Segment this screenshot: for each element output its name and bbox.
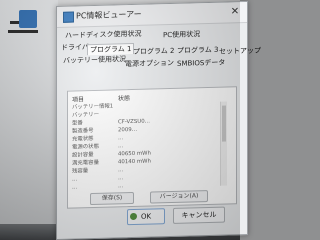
column-header-item: 項目 xyxy=(72,96,85,104)
ok-check-icon xyxy=(130,212,137,221)
battery-info-list[interactable]: バッテリー情報1 バッテリー 型番 CF-VZSU0… 製造番号 2009… 充電状… xyxy=(72,100,222,198)
tab-power-options[interactable]: 電源オプション xyxy=(123,58,176,69)
tab-strip: ハードディスク使用状況 PC使用状況 ドライバー プログラム 1 プログラム 2… xyxy=(57,24,261,91)
tab-content-panel: 項目 状態 バッテリー情報1 バッテリー 型番 CF-VZSU0… 製造番号 200… xyxy=(67,86,237,209)
item-value: … xyxy=(118,143,124,150)
item-value: … xyxy=(118,167,124,174)
item-value: … xyxy=(118,183,124,190)
ok-button[interactable]: OK xyxy=(127,208,165,226)
tab-pc-usage[interactable]: PC使用状況 xyxy=(161,29,202,40)
window-title: PC情報ビューアー xyxy=(76,9,142,21)
save-button[interactable]: 保存(S) xyxy=(90,191,134,206)
tab-program-3[interactable]: プログラム 3 xyxy=(175,45,220,56)
item-label: … xyxy=(72,176,78,183)
ok-label: OK xyxy=(140,212,152,221)
desktop-shortcut-icon[interactable] xyxy=(8,10,38,36)
tab-disk-usage[interactable]: ハードディスク使用状況 xyxy=(63,29,144,41)
tab-setup[interactable]: セットアップ xyxy=(217,46,263,57)
tab-program-2[interactable]: プログラム 2 xyxy=(131,46,176,57)
tab-battery-usage[interactable]: バッテリー使用状況 xyxy=(61,54,128,66)
item-value: … xyxy=(118,135,124,142)
scrollbar-thumb[interactable] xyxy=(222,105,226,142)
column-header-status: 状態 xyxy=(118,95,131,103)
list-scrollbar[interactable] xyxy=(220,101,227,186)
tab-smbios-data[interactable]: SMBIOSデータ xyxy=(175,58,227,69)
desktop-background xyxy=(0,0,58,240)
version-button[interactable]: バージョン(A) xyxy=(150,190,208,204)
cancel-button[interactable]: キャンセル xyxy=(173,206,225,224)
pc-info-viewer-window: PC情報ビューアー ✕ ハードディスク使用状況 PC使用状況 ドライバー プログ… xyxy=(56,0,261,240)
app-icon xyxy=(63,11,74,23)
item-label: … xyxy=(72,184,78,191)
item-value: … xyxy=(118,175,124,182)
close-button[interactable]: ✕ xyxy=(227,4,243,19)
